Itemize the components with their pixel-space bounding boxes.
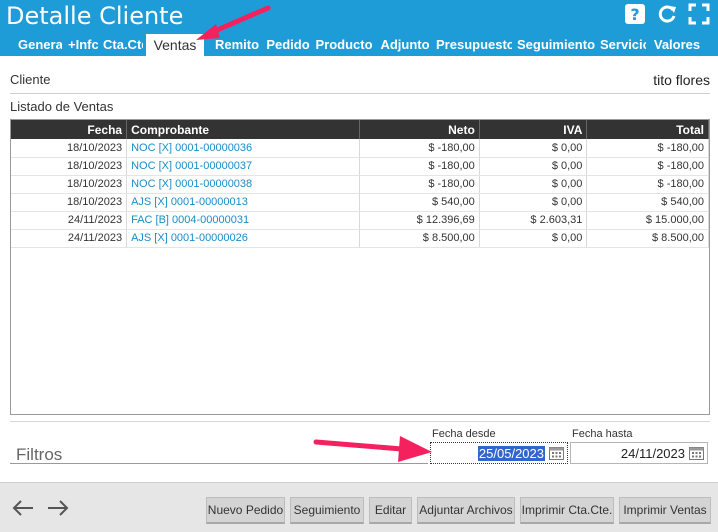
fecha-hasta-value: 24/11/2023 [620, 446, 685, 461]
fecha-desde-label: Fecha desde [432, 428, 496, 440]
cell-fecha: 24/11/2023 [11, 211, 128, 230]
cell-comprobante[interactable]: AJS [X] 0001-00000013 [126, 193, 361, 212]
table-row[interactable]: 18/10/2023 NOC [X] 0001-00000037 $ -180,… [11, 157, 709, 176]
tab-pedido[interactable]: Pedido [266, 34, 310, 56]
cell-neto: $ 8.500,00 [359, 229, 480, 248]
cell-iva: $ 0,00 [479, 139, 588, 158]
cell-total: $ 8.500,00 [586, 229, 709, 248]
header-icons: ? [624, 3, 710, 25]
forward-arrow-icon[interactable] [46, 498, 70, 518]
cell-comprobante[interactable]: NOC [X] 0001-00000036 [126, 139, 361, 158]
tab-producto[interactable]: Producto [315, 34, 373, 56]
col-comprobante[interactable]: Comprobante [126, 120, 361, 139]
cell-total: $ -180,00 [586, 175, 709, 194]
cell-fecha: 18/10/2023 [11, 139, 128, 158]
cell-fecha: 18/10/2023 [11, 193, 128, 212]
col-fecha[interactable]: Fecha [11, 120, 128, 139]
cell-comprobante[interactable]: NOC [X] 0001-00000038 [126, 175, 361, 194]
back-arrow-icon[interactable] [11, 498, 35, 518]
cell-total: $ 15.000,00 [586, 211, 709, 230]
refresh-icon[interactable] [656, 3, 678, 25]
page-title: Detalle Cliente [6, 2, 184, 30]
editar-button[interactable]: Editar [369, 497, 412, 524]
tab-bar: Genera +Infc Cta.Cte Ventas Remito Pedid… [0, 34, 718, 56]
listado-label: Listado de Ventas [10, 99, 114, 114]
tab-info[interactable]: +Infc [68, 34, 98, 56]
table-row[interactable]: 24/11/2023 AJS [X] 0001-00000026 $ 8.500… [11, 229, 709, 248]
col-neto[interactable]: Neto [359, 120, 480, 139]
tab-seguimiento[interactable]: Seguimiento [517, 34, 595, 56]
fecha-desde-input[interactable]: 25/05/2023 [430, 442, 568, 464]
help-icon[interactable]: ? [624, 3, 646, 25]
tab-general[interactable]: Genera [18, 34, 62, 56]
calendar-icon[interactable] [549, 446, 564, 460]
cell-comprobante[interactable]: AJS [X] 0001-00000026 [126, 229, 361, 248]
cell-iva: $ 0,00 [479, 193, 588, 212]
ventas-grid[interactable]: Fecha Comprobante Neto IVA Total 18/10/2… [10, 119, 710, 415]
fecha-hasta-label: Fecha hasta [572, 428, 633, 440]
cell-total: $ -180,00 [586, 157, 709, 176]
cell-iva: $ 0,00 [479, 175, 588, 194]
cell-fecha: 18/10/2023 [11, 175, 128, 194]
cell-neto: $ 12.396,69 [359, 211, 480, 230]
seguimiento-button[interactable]: Seguimiento [290, 497, 364, 524]
cell-iva: $ 0,00 [479, 229, 588, 248]
svg-text:?: ? [630, 5, 639, 24]
cliente-row: Cliente tito flores [10, 72, 710, 94]
tab-ventas[interactable]: Ventas [146, 34, 204, 56]
table-header-row: Fecha Comprobante Neto IVA Total [11, 120, 709, 139]
tab-presupuesto[interactable]: Presupuesto [436, 34, 512, 56]
content-area: Cliente tito flores Listado de Ventas Fe… [0, 56, 718, 476]
filtros-label: Filtros [16, 445, 63, 464]
nuevo-pedido-button[interactable]: Nuevo Pedido [206, 497, 285, 524]
table-row[interactable]: 18/10/2023 NOC [X] 0001-00000036 $ -180,… [11, 139, 709, 158]
cell-fecha: 18/10/2023 [11, 157, 128, 176]
adjuntar-archivos-button[interactable]: Adjuntar Archivos [417, 497, 515, 524]
header-bar: Detalle Cliente ? Genera +Infc Cta.Cte V… [0, 0, 718, 56]
ventas-table: Fecha Comprobante Neto IVA Total 18/10/2… [11, 120, 709, 248]
tab-adjunto[interactable]: Adjunto [379, 34, 431, 56]
cliente-value: tito flores [653, 72, 710, 88]
cell-neto: $ -180,00 [359, 139, 480, 158]
cell-iva: $ 2.603,31 [479, 211, 588, 230]
cell-fecha: 24/11/2023 [11, 229, 128, 248]
imprimir-ventas-button[interactable]: Imprimir Ventas [619, 497, 711, 524]
tab-valores[interactable]: Valores [652, 34, 702, 56]
fecha-desde-value: 25/05/2023 [477, 446, 545, 461]
tab-cta-cte[interactable]: Cta.Cte [103, 34, 143, 56]
cell-iva: $ 0,00 [479, 157, 588, 176]
filtros-divider [10, 421, 710, 422]
footer-toolbar: Nuevo Pedido Seguimiento Editar Adjuntar… [0, 482, 718, 532]
expand-icon[interactable] [688, 3, 710, 25]
cell-total: $ 540,00 [586, 193, 709, 212]
tab-servicio[interactable]: Servicio [600, 34, 646, 56]
table-row[interactable]: 24/11/2023 FAC [B] 0004-00000031 $ 12.39… [11, 211, 709, 230]
fecha-hasta-input[interactable]: 24/11/2023 [570, 442, 708, 464]
cell-neto: $ -180,00 [359, 157, 480, 176]
imprimir-cta-cte-button[interactable]: Imprimir Cta.Cte. [520, 497, 614, 524]
table-row[interactable]: 18/10/2023 NOC [X] 0001-00000038 $ -180,… [11, 175, 709, 194]
cell-total: $ -180,00 [586, 139, 709, 158]
col-iva[interactable]: IVA [479, 120, 588, 139]
cliente-label: Cliente [10, 72, 51, 87]
calendar-icon[interactable] [689, 446, 704, 460]
tab-remito[interactable]: Remito [213, 34, 261, 56]
cell-comprobante[interactable]: FAC [B] 0004-00000031 [126, 211, 361, 230]
filtros-underline [10, 463, 428, 464]
table-row[interactable]: 18/10/2023 AJS [X] 0001-00000013 $ 540,0… [11, 193, 709, 212]
cell-comprobante[interactable]: NOC [X] 0001-00000037 [126, 157, 361, 176]
cell-neto: $ -180,00 [359, 175, 480, 194]
cell-neto: $ 540,00 [359, 193, 480, 212]
col-total[interactable]: Total [586, 120, 709, 139]
